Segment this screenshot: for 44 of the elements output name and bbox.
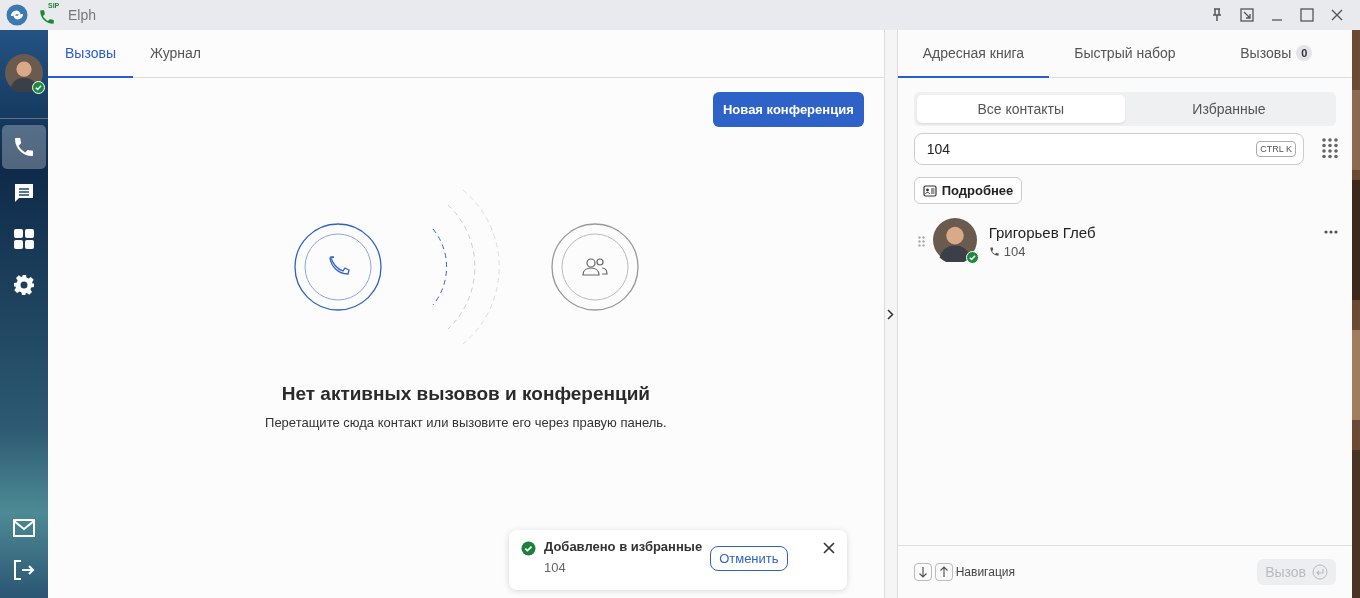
- count-badge: 0: [1296, 45, 1313, 61]
- navigation-hint: Навигация: [955, 565, 1015, 579]
- phone-icon: [38, 8, 56, 26]
- mail-icon: [13, 519, 35, 537]
- success-check-icon: [521, 541, 536, 556]
- status-check-icon: [965, 251, 979, 264]
- tab[interactable]: Вызовы: [48, 30, 133, 78]
- segment-button[interactable]: Избранные: [1124, 95, 1333, 123]
- undo-button[interactable]: Отменить: [710, 546, 788, 571]
- resize-icon[interactable]: [1240, 8, 1254, 22]
- details-button[interactable]: Подробнее: [913, 177, 1023, 204]
- chat-icon: [12, 181, 36, 205]
- pin-icon[interactable]: [1210, 8, 1224, 22]
- tab[interactable]: Журнал: [132, 30, 219, 78]
- contact-card-icon: [922, 184, 937, 197]
- drag-handle-icon[interactable]: [917, 236, 925, 247]
- apps-icon: [12, 227, 36, 251]
- user-avatar: [5, 54, 43, 92]
- tab[interactable]: Вызовы 0: [1200, 30, 1352, 78]
- contact-avatar: [932, 218, 977, 262]
- contact-number: 104: [1003, 244, 1026, 259]
- up-key-icon: [934, 563, 953, 581]
- window-title: Elph: [68, 7, 97, 23]
- toast-subtitle: 104: [544, 560, 567, 575]
- tab[interactable]: Быстрый набор: [1049, 30, 1201, 78]
- contact-name: Григорьев Глеб: [988, 224, 1096, 241]
- close-icon[interactable]: [1330, 8, 1344, 22]
- maximize-icon[interactable]: [1300, 8, 1314, 22]
- tab[interactable]: Адресная книга: [897, 30, 1050, 78]
- chevron-right-icon[interactable]: [887, 308, 895, 320]
- toast-title: Добавлено в избранные: [544, 539, 703, 554]
- app-logo-icon: [6, 4, 28, 26]
- dialpad-icon[interactable]: [1322, 138, 1338, 160]
- logout-icon: [13, 559, 35, 581]
- enter-key-icon: [1312, 564, 1328, 580]
- phone-icon: [988, 246, 1000, 257]
- empty-state-title: Нет активных вызовов и конференций: [280, 383, 651, 405]
- down-key-icon: [913, 563, 932, 581]
- phone-icon: [12, 135, 36, 159]
- new-conference-button[interactable]: Новая конференция: [713, 92, 864, 127]
- settings-icon: [12, 273, 36, 297]
- shortcut-hint: CTRL K: [1256, 141, 1296, 157]
- empty-state-text: Перетащите сюда контакт или вызовите его через правую панель.: [264, 415, 668, 430]
- segment-button[interactable]: Все контакты: [916, 95, 1125, 123]
